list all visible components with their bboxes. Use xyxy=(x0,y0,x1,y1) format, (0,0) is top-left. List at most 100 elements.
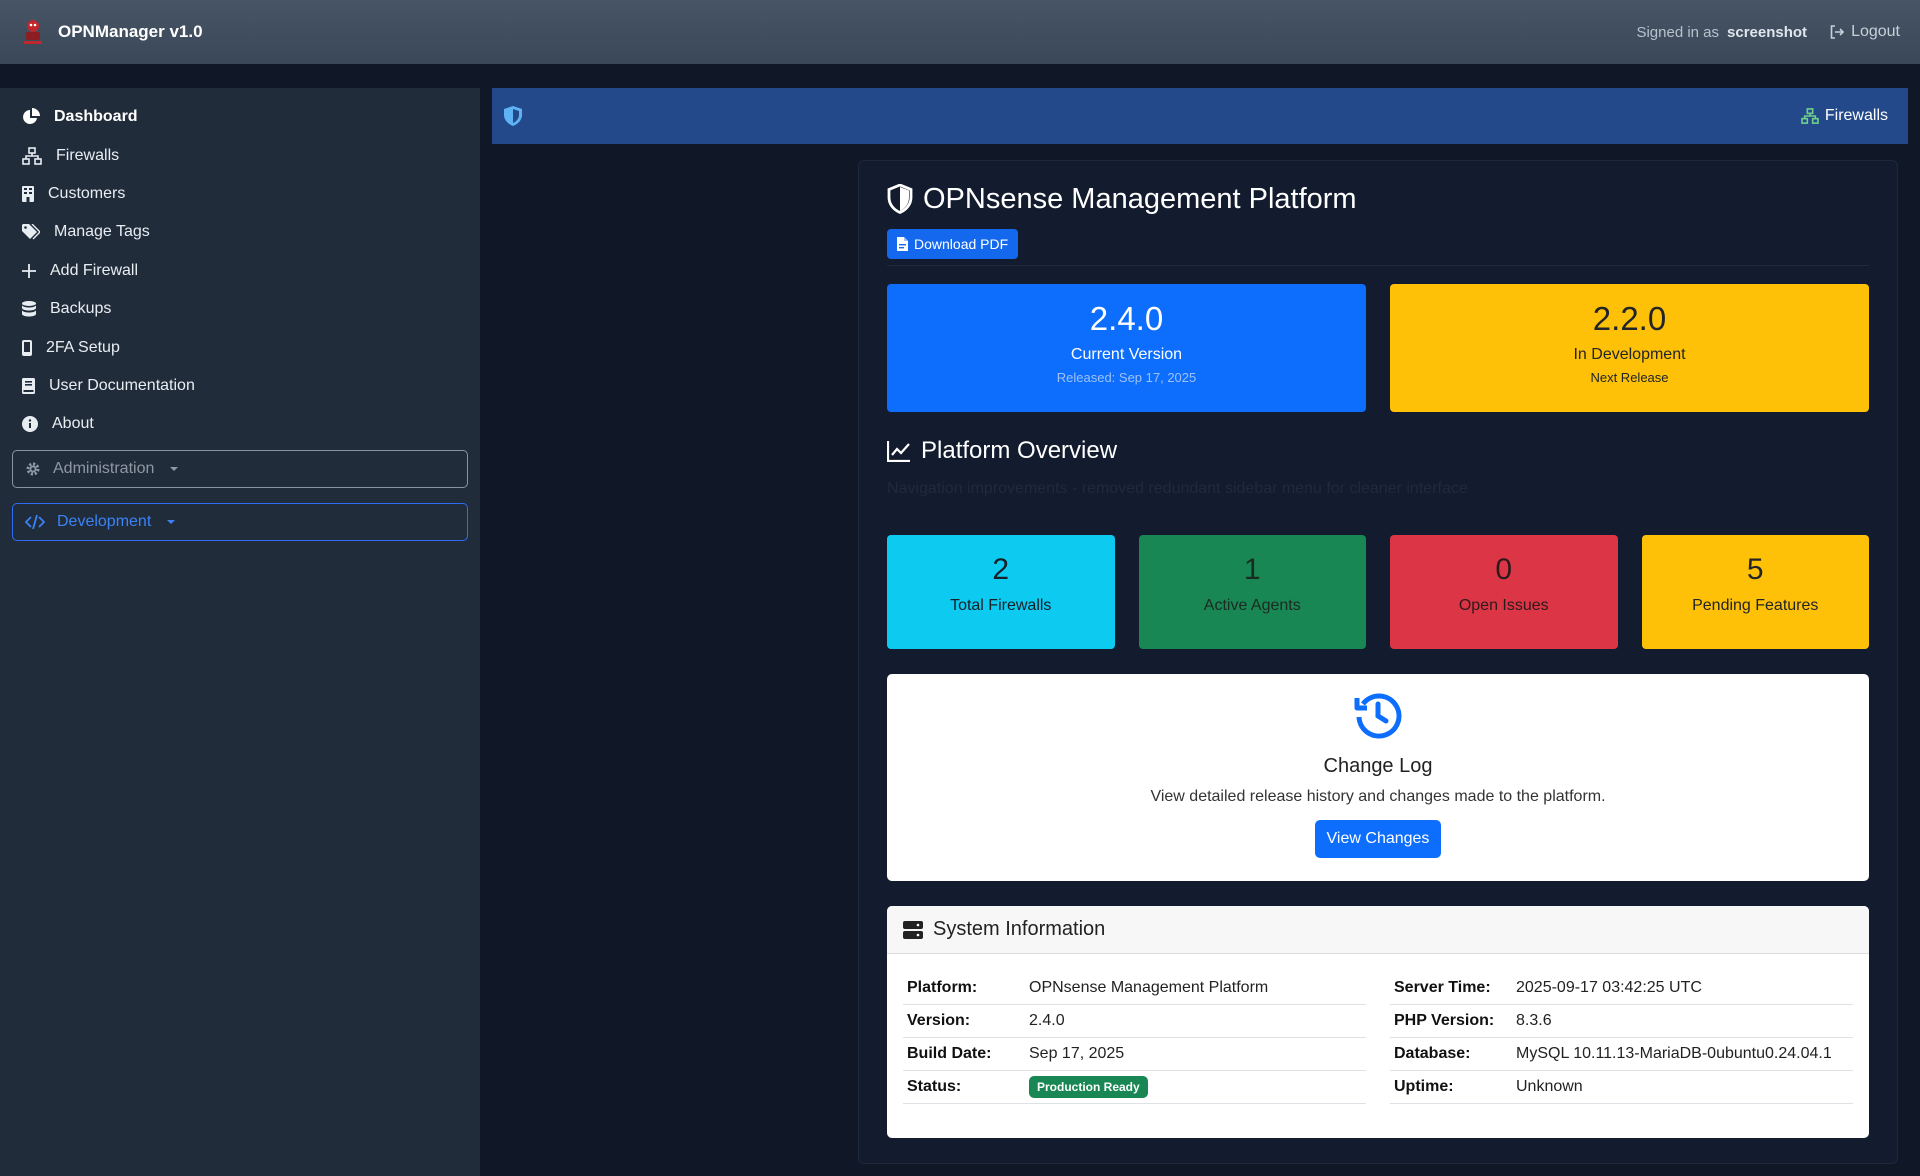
platform-overview-heading: Platform Overview xyxy=(887,436,1869,466)
network-icon xyxy=(22,146,42,165)
stat-label: Active Agents xyxy=(1203,597,1301,614)
line-chart-icon xyxy=(887,441,910,462)
stat-label: Total Firewalls xyxy=(950,597,1052,614)
sidebar-item-label: User Documentation xyxy=(49,376,195,394)
dev-version-number: 2.2.0 xyxy=(1592,300,1667,337)
download-pdf-label: Download PDF xyxy=(914,236,1009,252)
version-row: 2.4.0 Current Version Released: Sep 17, … xyxy=(887,284,1869,412)
stat-label: Pending Features xyxy=(1692,597,1819,614)
sidebar-item-firewalls[interactable]: Firewalls xyxy=(0,136,480,174)
sidebar-item-2fa-setup[interactable]: 2FA Setup xyxy=(0,328,480,366)
building-icon xyxy=(22,185,34,202)
info-key: Build Date: xyxy=(907,1045,992,1062)
username: screenshot xyxy=(1727,23,1808,41)
current-version-number: 2.4.0 xyxy=(1089,300,1164,337)
overview-note: Navigation improvements - removed redund… xyxy=(887,480,1468,497)
brand[interactable]: OPNManager v1.0 xyxy=(20,17,203,47)
system-information-header: System Information xyxy=(887,906,1869,954)
sidebar-item-add-firewall[interactable]: Add Firewall xyxy=(0,252,480,290)
current-version-card: 2.4.0 Current Version Released: Sep 17, … xyxy=(887,284,1366,412)
book-icon xyxy=(22,377,35,394)
stat-value: 5 xyxy=(1746,553,1764,586)
pie-chart-icon xyxy=(23,108,40,125)
network-icon xyxy=(1801,108,1819,124)
stat-active-agents: 1 Active Agents xyxy=(1138,535,1366,649)
gear-icon xyxy=(26,462,40,476)
info-value: 2025-09-17 03:42:25 UTC xyxy=(1516,979,1702,996)
sidebar-item-about[interactable]: About xyxy=(0,405,480,443)
download-pdf-button[interactable]: Download PDF xyxy=(887,229,1019,259)
stat-value: 1 xyxy=(1243,553,1261,586)
shield-halved-icon xyxy=(887,184,913,214)
info-value: Unknown xyxy=(1516,1078,1583,1095)
development-dropdown[interactable]: Development xyxy=(12,502,468,541)
info-row-version: Version: 2.4.0 xyxy=(903,1005,1366,1038)
info-row-platform: Platform: OPNsense Management Platform xyxy=(903,972,1366,1005)
sidebar-item-user-documentation[interactable]: User Documentation xyxy=(0,367,480,405)
platform-overview-title: Platform Overview xyxy=(921,437,1118,464)
stat-open-issues: 0 Open Issues xyxy=(1390,535,1618,649)
sidebar: Dashboard Firewalls Customers Manage Tag… xyxy=(0,88,480,1176)
stat-total-firewalls: 2 Total Firewalls xyxy=(887,535,1115,649)
sidebar-item-dashboard[interactable]: Dashboard xyxy=(0,98,480,136)
tags-icon xyxy=(22,224,40,240)
info-key: Uptime: xyxy=(1394,1078,1454,1095)
main-card: OPNsense Management Platform Download PD… xyxy=(858,160,1898,1164)
info-row-server-time: Server Time: 2025-09-17 03:42:25 UTC xyxy=(1390,972,1853,1005)
administration-label: Administration xyxy=(53,459,155,477)
sidebar-item-label: 2FA Setup xyxy=(46,338,120,356)
dev-version-card: 2.2.0 In Development Next Release xyxy=(1390,284,1869,412)
signed-in-label: Signed in as xyxy=(1636,23,1720,41)
firewalls-link-label: Firewalls xyxy=(1824,107,1888,124)
sidebar-item-label: Backups xyxy=(50,300,112,318)
code-icon xyxy=(25,514,45,529)
sidebar-item-label: Add Firewall xyxy=(50,261,139,279)
info-key: Version: xyxy=(907,1012,971,1029)
user-area: Signed in as screenshot Logout xyxy=(1636,23,1900,41)
logout-link[interactable]: Logout xyxy=(1829,23,1900,41)
info-key: Platform: xyxy=(907,979,978,996)
administration-dropdown[interactable]: Administration xyxy=(12,449,468,488)
info-icon xyxy=(22,416,38,433)
current-version-label: Current Version xyxy=(1070,346,1183,363)
sidebar-item-backups[interactable]: Backups xyxy=(0,290,480,328)
development-label: Development xyxy=(57,512,152,530)
info-key: Status: xyxy=(907,1078,962,1095)
view-changes-button[interactable]: View Changes xyxy=(1314,820,1442,858)
plus-icon xyxy=(22,263,36,278)
app-title: OPNManager v1.0 xyxy=(58,22,203,41)
info-row-uptime: Uptime: Unknown xyxy=(1390,1071,1853,1104)
database-icon xyxy=(22,301,36,317)
info-column-left: Platform: OPNsense Management Platform V… xyxy=(903,972,1366,1104)
stat-value: 0 xyxy=(1495,553,1513,586)
history-icon xyxy=(1354,693,1402,739)
stats-row: 2 Total Firewalls 1 Active Agents 0 Open… xyxy=(887,535,1869,649)
info-key: Server Time: xyxy=(1394,979,1491,996)
stat-pending-features: 5 Pending Features xyxy=(1641,535,1869,649)
system-information-body: Platform: OPNsense Management Platform V… xyxy=(887,954,1869,1104)
info-key: Database: xyxy=(1394,1045,1471,1062)
divider xyxy=(887,265,1869,266)
info-column-right: Server Time: 2025-09-17 03:42:25 UTC PHP… xyxy=(1390,972,1853,1104)
sidebar-item-label: Firewalls xyxy=(56,146,120,164)
changelog-description: View detailed release history and change… xyxy=(1150,788,1606,805)
info-key: PHP Version: xyxy=(1394,1012,1495,1029)
info-row-status: Status: Production Ready xyxy=(903,1071,1366,1104)
server-icon xyxy=(903,920,923,939)
system-information-title: System Information xyxy=(933,918,1106,940)
changelog-title: Change Log xyxy=(1323,755,1433,777)
info-value: MySQL 10.11.13-MariaDB-0ubuntu0.24.04.1 xyxy=(1516,1045,1832,1062)
dev-version-sub: Next Release xyxy=(1590,370,1669,385)
system-information-card: System Information Platform: OPNsense Ma… xyxy=(887,906,1869,1138)
content-header-bar: Firewalls xyxy=(492,88,1908,144)
info-row-php-version: PHP Version: 8.3.6 xyxy=(1390,1005,1853,1038)
sidebar-item-manage-tags[interactable]: Manage Tags xyxy=(0,213,480,251)
firewalls-link[interactable]: Firewalls xyxy=(1801,107,1888,125)
app-logo-icon xyxy=(20,17,46,47)
sidebar-item-label: Manage Tags xyxy=(54,223,150,241)
sidebar-item-label: About xyxy=(52,415,94,433)
mobile-icon xyxy=(22,339,32,356)
sidebar-item-customers[interactable]: Customers xyxy=(0,175,480,213)
stat-label: Open Issues xyxy=(1458,597,1549,614)
logout-icon xyxy=(1830,25,1845,39)
